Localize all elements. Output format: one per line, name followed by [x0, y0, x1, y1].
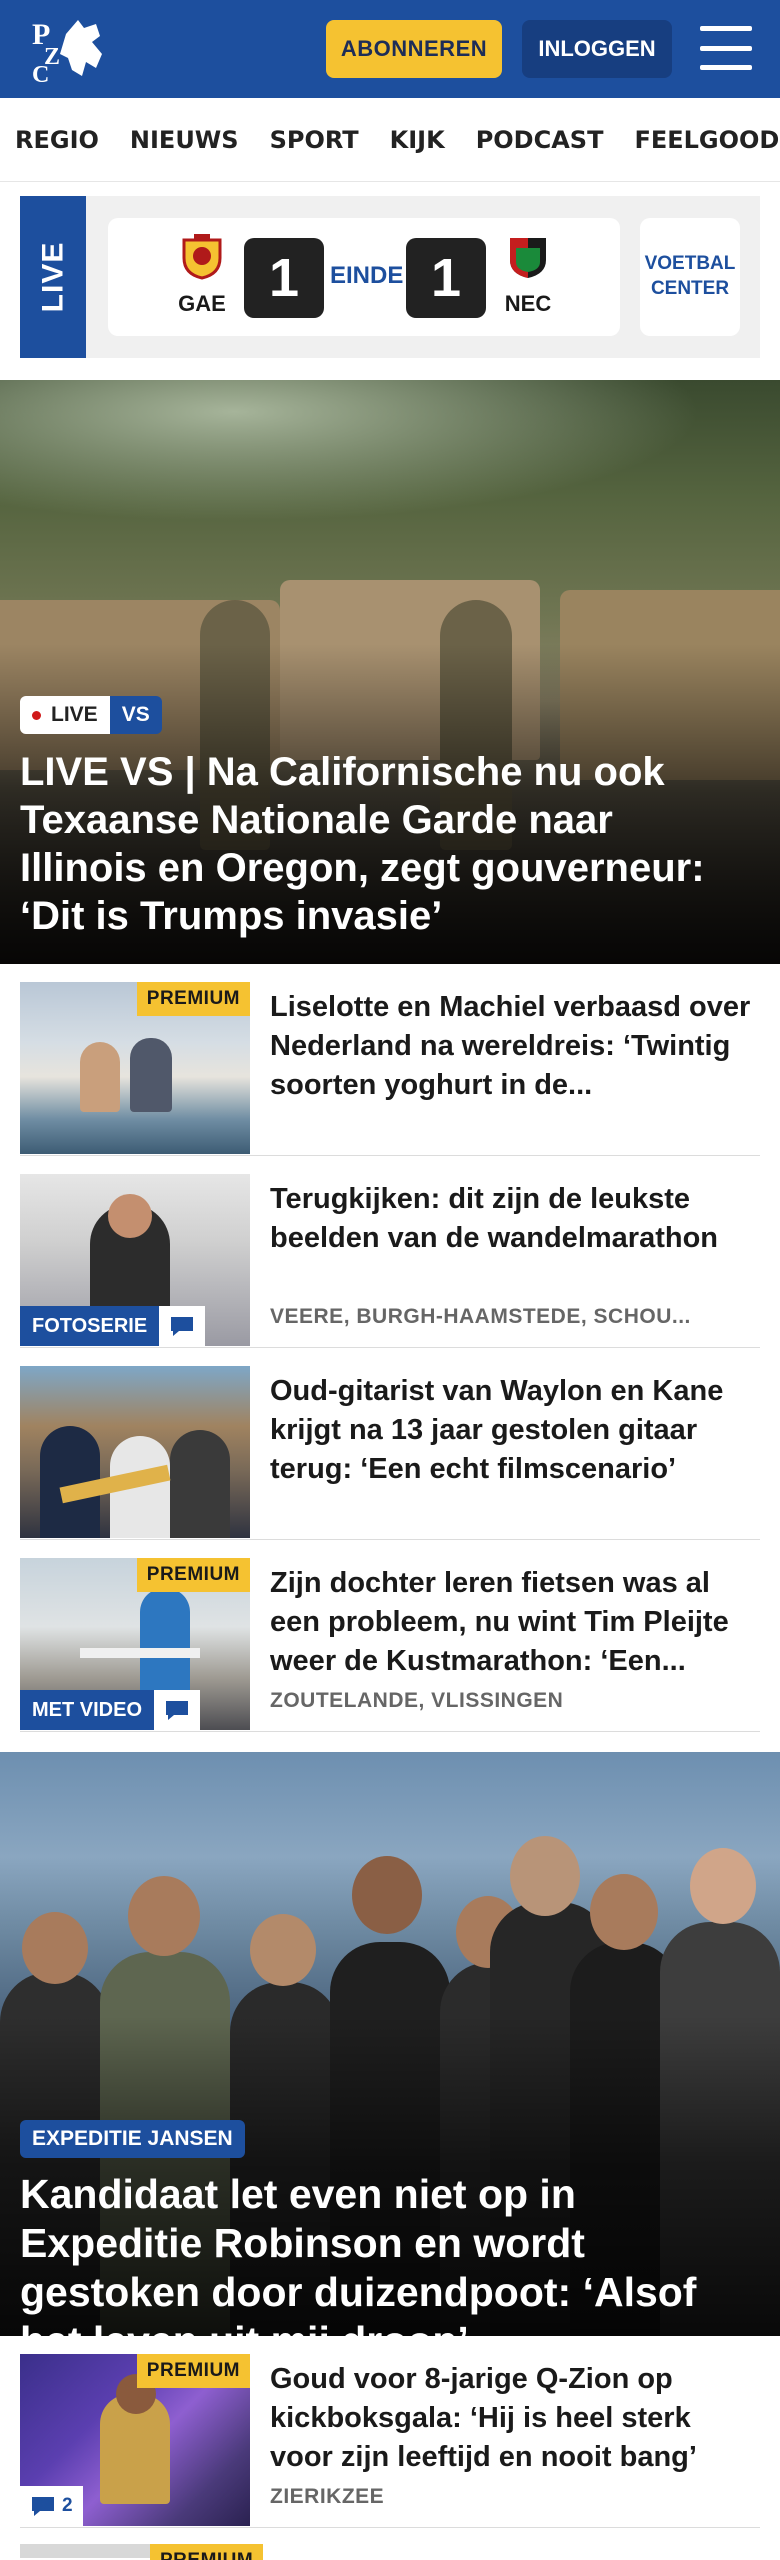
article-title[interactable]: Terugkijken: dit zijn de leukste beelden…: [270, 1180, 760, 1258]
list-item[interactable]: Oud-gitarist van Waylon en Kane krijgt n…: [20, 1348, 760, 1540]
article-title[interactable]: Oud-gitarist van Waylon en Kane krijgt n…: [270, 1372, 760, 1489]
hero-article-2[interactable]: EXPEDITIE JANSEN Kandidaat let even niet…: [0, 1752, 780, 2336]
article-thumbnail: PREMIUM MET VIDEO: [20, 1558, 250, 1730]
away-team-name: NEC: [504, 291, 552, 316]
hero-badges: EXPEDITIE JANSEN: [20, 2120, 245, 2158]
premium-badge: PREMIUM: [136, 1558, 250, 1592]
article-location: ZOUTELANDE, VLISSINGEN: [270, 1689, 564, 1712]
article-location: VEERE, BURGH-HAAMSTEDE, SCHOU...: [270, 1305, 691, 1328]
hero-image: [0, 380, 780, 540]
pzc-logo[interactable]: P Z C: [30, 14, 108, 84]
article-title[interactable]: Liselotte en Machiel verbaasd over Neder…: [270, 988, 760, 1105]
list-item[interactable]: FOTOSERIE Terugkijken: dit zijn de leuks…: [20, 1156, 760, 1348]
thumbnail-label: FOTOSERIE: [20, 1306, 206, 1346]
live-badge: LIVE: [20, 696, 110, 734]
premium-badge: PREMIUM: [136, 982, 250, 1016]
hero-title[interactable]: Kandidaat let even niet op in Expeditie …: [20, 2170, 740, 2336]
live-tag: LIVE: [20, 196, 86, 358]
article-thumbnail: FOTOSERIE: [20, 1174, 250, 1346]
category-badge: VS: [109, 696, 162, 734]
nav-item-podcast[interactable]: PODCAST: [476, 126, 604, 154]
subscribe-button[interactable]: ABONNEREN: [326, 20, 502, 78]
comment-icon: [32, 2497, 54, 2516]
live-dot-icon: [32, 710, 41, 720]
fotoserie-label: FOTOSERIE: [20, 1306, 160, 1346]
voetbal-center-link[interactable]: VOETBAL CENTER: [640, 218, 740, 336]
home-team-crest-icon: [182, 234, 222, 280]
home-team-name: GAE: [178, 291, 226, 316]
comment-count: 2: [20, 2486, 83, 2526]
category-badge: EXPEDITIE JANSEN: [20, 2120, 245, 2158]
premium-badge: PREMIUM: [150, 2544, 264, 2560]
comment-icon: [154, 1690, 201, 1730]
article-title[interactable]: Goud voor 8-jarige Q-Zion op kickboksgal…: [270, 2360, 760, 2477]
article-list: PREMIUM Liselotte en Machiel verbaasd ov…: [0, 964, 780, 1732]
svg-text:C: C: [32, 62, 49, 84]
list-item[interactable]: PREMIUM 2 Goud voor 8-jarige Q-Zion op k…: [20, 2336, 760, 2528]
article-thumbnail: PREMIUM: [20, 982, 250, 1154]
live-score-widget[interactable]: LIVE GAE 1 EINDE 1 NEC VOETBAL CENTER: [20, 196, 760, 358]
match-card[interactable]: GAE 1 EINDE 1 NEC: [108, 218, 620, 336]
login-button[interactable]: INLOGGEN: [522, 20, 672, 78]
list-item[interactable]: PREMIUM Liselotte en Machiel verbaasd ov…: [20, 964, 760, 1156]
list-item-partial[interactable]: PREMIUM: [20, 2528, 760, 2560]
article-thumbnail: PREMIUM 2: [20, 2354, 250, 2526]
hero-title[interactable]: LIVE VS | Na Californische nu ook Texaan…: [20, 748, 740, 940]
menu-icon[interactable]: [700, 26, 752, 70]
comment-icon: [159, 1306, 206, 1346]
article-list-2: PREMIUM 2 Goud voor 8-jarige Q-Zion op k…: [0, 2336, 780, 2560]
home-score: 1: [244, 238, 324, 318]
nav-item-sport[interactable]: SPORT: [270, 126, 359, 154]
away-team-crest-icon: [510, 238, 546, 278]
article-location: ZIERIKZEE: [270, 2485, 385, 2508]
nav-item-feelgood[interactable]: FEELGOOD: [634, 126, 779, 154]
premium-badge: PREMIUM: [136, 2354, 250, 2388]
article-title[interactable]: Zijn dochter leren fietsen was al een pr…: [270, 1564, 760, 1681]
hero-article[interactable]: LIVE VS LIVE VS | Na Californische nu oo…: [0, 380, 780, 964]
away-team: NEC: [496, 232, 560, 317]
met-video-label: MET VIDEO: [20, 1690, 155, 1730]
nav-item-regio[interactable]: REGIO: [15, 126, 99, 154]
away-score: 1: [406, 238, 486, 318]
hero-badges: LIVE VS: [20, 696, 162, 734]
match-status: EINDE: [330, 262, 404, 289]
section-nav: REGIO NIEUWS SPORT KIJK PODCAST FEELGOOD…: [0, 98, 780, 182]
nav-item-nieuws[interactable]: NIEUWS: [130, 126, 239, 154]
thumbnail-label: MET VIDEO: [20, 1690, 201, 1730]
list-item[interactable]: PREMIUM MET VIDEO Zijn dochter leren fie…: [20, 1540, 760, 1732]
article-thumbnail: [20, 1366, 250, 1538]
home-team: GAE: [170, 232, 234, 317]
nav-item-kijk[interactable]: KIJK: [390, 126, 445, 154]
site-header: P Z C ABONNEREN INLOGGEN: [0, 0, 780, 98]
